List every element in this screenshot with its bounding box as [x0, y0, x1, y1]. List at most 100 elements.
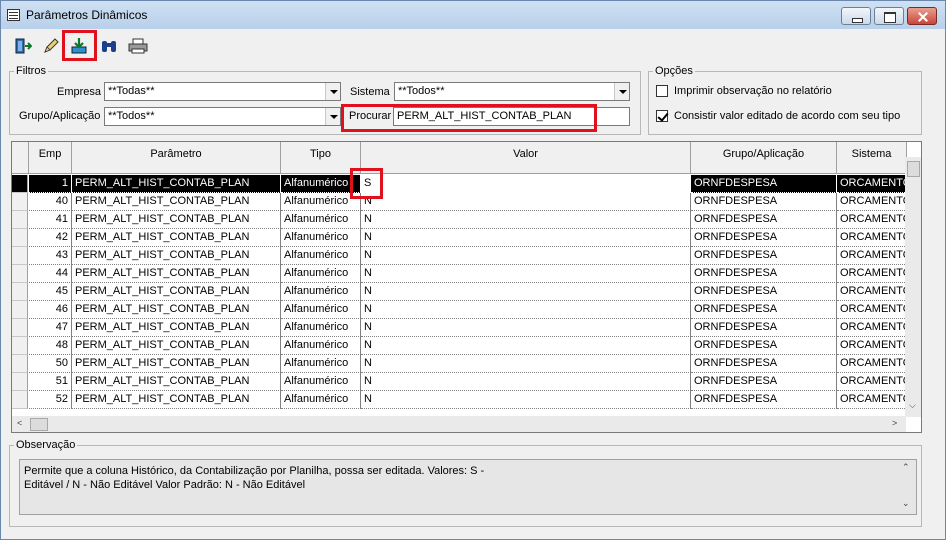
cell-emp[interactable]: 43 — [29, 247, 72, 265]
cell-tipo[interactable]: Alfanumérico — [281, 211, 361, 229]
cell-grupo[interactable]: ORNFDESPESA — [691, 355, 837, 373]
cell-grupo[interactable]: ORNFDESPESA — [691, 283, 837, 301]
cell-sistema[interactable]: ORCAMENTO — [837, 265, 907, 283]
cell-tipo[interactable]: Alfanumérico — [281, 373, 361, 391]
empresa-combo[interactable]: **Todas** — [104, 82, 341, 101]
cell-sistema[interactable]: ORCAMENTO — [837, 373, 907, 391]
table-row[interactable]: 50 PERM_ALT_HIST_CONTAB_PLAN Alfanumérico N… — [12, 355, 907, 373]
cell-tipo[interactable]: Alfanumérico — [281, 337, 361, 355]
cell-valor[interactable]: N — [361, 265, 691, 283]
cell-sistema[interactable]: ORCAMENTO — [837, 247, 907, 265]
col-header-parametro[interactable]: Parâmetro — [72, 142, 281, 174]
cell-emp[interactable]: 1 — [29, 175, 72, 193]
imprimir-checkbox[interactable] — [656, 85, 668, 97]
cell-tipo[interactable]: Alfanumérico — [281, 265, 361, 283]
cell-emp[interactable]: 41 — [29, 211, 72, 229]
observacao-scrollbar[interactable]: ⌃ ⌄ — [897, 460, 915, 514]
cell-valor[interactable]: N — [361, 391, 691, 409]
col-header-sistema[interactable]: Sistema — [837, 142, 907, 174]
observacao-text[interactable]: Permite que a coluna Histórico, da Conta… — [19, 459, 917, 515]
title-bar[interactable]: Parâmetros Dinâmicos — [1, 1, 945, 29]
col-header-tipo[interactable]: Tipo — [281, 142, 361, 174]
table-row[interactable]: 48 PERM_ALT_HIST_CONTAB_PLAN Alfanumérico N… — [12, 337, 907, 355]
cell-emp[interactable]: 42 — [29, 229, 72, 247]
cell-sistema[interactable]: ORCAMENTO — [837, 337, 907, 355]
cell-parametro[interactable]: PERM_ALT_HIST_CONTAB_PLAN — [72, 337, 281, 355]
table-row[interactable]: 40 PERM_ALT_HIST_CONTAB_PLAN Alfanumérico N… — [12, 193, 907, 211]
cell-emp[interactable]: 51 — [29, 373, 72, 391]
cell-parametro[interactable]: PERM_ALT_HIST_CONTAB_PLAN — [72, 283, 281, 301]
cell-sistema[interactable]: ORCAMENTO — [837, 391, 907, 409]
cell-tipo[interactable]: Alfanumérico — [281, 193, 361, 211]
cell-emp[interactable]: 44 — [29, 265, 72, 283]
print-button[interactable] — [123, 33, 149, 57]
horizontal-scroll-thumb[interactable] — [30, 418, 48, 431]
scroll-down-icon[interactable]: ⌄ — [902, 498, 910, 509]
cell-sistema[interactable]: ORCAMENTO — [837, 355, 907, 373]
grupo-combo[interactable]: **Todos** — [104, 107, 341, 126]
cell-sistema[interactable]: ORCAMENTO — [837, 193, 907, 211]
cell-valor[interactable]: N — [361, 337, 691, 355]
table-row[interactable]: 43 PERM_ALT_HIST_CONTAB_PLAN Alfanumérico N… — [12, 247, 907, 265]
cell-emp[interactable]: 46 — [29, 301, 72, 319]
cell-valor[interactable]: N — [361, 373, 691, 391]
row-indicator[interactable] — [12, 355, 28, 373]
table-row[interactable]: 47 PERM_ALT_HIST_CONTAB_PLAN Alfanumérico N… — [12, 319, 907, 337]
cell-tipo[interactable]: Alfanumérico — [281, 301, 361, 319]
cell-tipo[interactable]: Alfanumérico — [281, 355, 361, 373]
row-indicator[interactable] — [12, 301, 28, 319]
edit-button[interactable] — [37, 33, 63, 57]
row-indicator[interactable] — [12, 265, 28, 283]
close-button[interactable] — [907, 7, 937, 25]
col-header-grupo[interactable]: Grupo/Aplicação — [691, 142, 837, 174]
row-indicator[interactable] — [12, 373, 28, 391]
cell-grupo[interactable]: ORNFDESPESA — [691, 301, 837, 319]
cell-sistema[interactable]: ORCAMENTO — [837, 319, 907, 337]
cell-parametro[interactable]: PERM_ALT_HIST_CONTAB_PLAN — [72, 193, 281, 211]
scroll-right-icon[interactable]: > — [892, 418, 897, 428]
cell-parametro[interactable]: PERM_ALT_HIST_CONTAB_PLAN — [72, 373, 281, 391]
cell-parametro[interactable]: PERM_ALT_HIST_CONTAB_PLAN — [72, 301, 281, 319]
cell-tipo[interactable]: Alfanumérico — [281, 229, 361, 247]
cell-grupo[interactable]: ORNFDESPESA — [691, 319, 837, 337]
cell-valor[interactable]: N — [361, 355, 691, 373]
chevron-down-icon[interactable] — [325, 108, 340, 125]
cell-grupo[interactable]: ORNFDESPESA — [691, 373, 837, 391]
cell-valor[interactable]: N — [361, 229, 691, 247]
row-indicator[interactable] — [12, 283, 28, 301]
chevron-down-icon[interactable] — [614, 83, 629, 100]
table-row[interactable]: 51 PERM_ALT_HIST_CONTAB_PLAN Alfanumérico N… — [12, 373, 907, 391]
sistema-combo[interactable]: **Todos** — [394, 82, 630, 101]
cell-valor[interactable]: N — [361, 319, 691, 337]
cell-parametro[interactable]: PERM_ALT_HIST_CONTAB_PLAN — [72, 391, 281, 409]
col-header-emp[interactable]: Emp — [29, 142, 72, 174]
cell-grupo[interactable]: ORNFDESPESA — [691, 193, 837, 211]
cell-valor[interactable]: N — [361, 301, 691, 319]
cell-parametro[interactable]: PERM_ALT_HIST_CONTAB_PLAN — [72, 319, 281, 337]
chevron-down-icon[interactable] — [325, 83, 340, 100]
cell-valor[interactable]: S — [361, 175, 691, 193]
row-indicator[interactable] — [12, 229, 28, 247]
cell-sistema[interactable]: ORCAMENTO — [837, 229, 907, 247]
cell-emp[interactable]: 52 — [29, 391, 72, 409]
table-row[interactable]: 44 PERM_ALT_HIST_CONTAB_PLAN Alfanumérico N… — [12, 265, 907, 283]
cell-valor[interactable]: N — [361, 211, 691, 229]
cell-grupo[interactable]: ORNFDESPESA — [691, 337, 837, 355]
row-indicator[interactable] — [12, 391, 28, 409]
cell-emp[interactable]: 40 — [29, 193, 72, 211]
row-indicator[interactable] — [12, 247, 28, 265]
cell-grupo[interactable]: ORNFDESPESA — [691, 265, 837, 283]
maximize-button[interactable] — [874, 7, 904, 25]
table-row[interactable]: 42 PERM_ALT_HIST_CONTAB_PLAN Alfanumérico N… — [12, 229, 907, 247]
row-indicator[interactable] — [12, 175, 28, 193]
cell-parametro[interactable]: PERM_ALT_HIST_CONTAB_PLAN — [72, 211, 281, 229]
scroll-left-icon[interactable]: < — [17, 418, 22, 428]
cell-parametro[interactable]: PERM_ALT_HIST_CONTAB_PLAN — [72, 175, 281, 193]
cell-valor[interactable]: N — [361, 283, 691, 301]
consistir-label[interactable]: Consistir valor editado de acordo com se… — [674, 110, 900, 122]
table-row[interactable]: 52 PERM_ALT_HIST_CONTAB_PLAN Alfanumérico N… — [12, 391, 907, 409]
horizontal-scrollbar[interactable]: < > — [12, 416, 906, 432]
table-row[interactable]: 1 PERM_ALT_HIST_CONTAB_PLAN Alfanumérico S O… — [12, 175, 907, 193]
row-indicator[interactable] — [12, 319, 28, 337]
cell-tipo[interactable]: Alfanumérico — [281, 175, 361, 193]
